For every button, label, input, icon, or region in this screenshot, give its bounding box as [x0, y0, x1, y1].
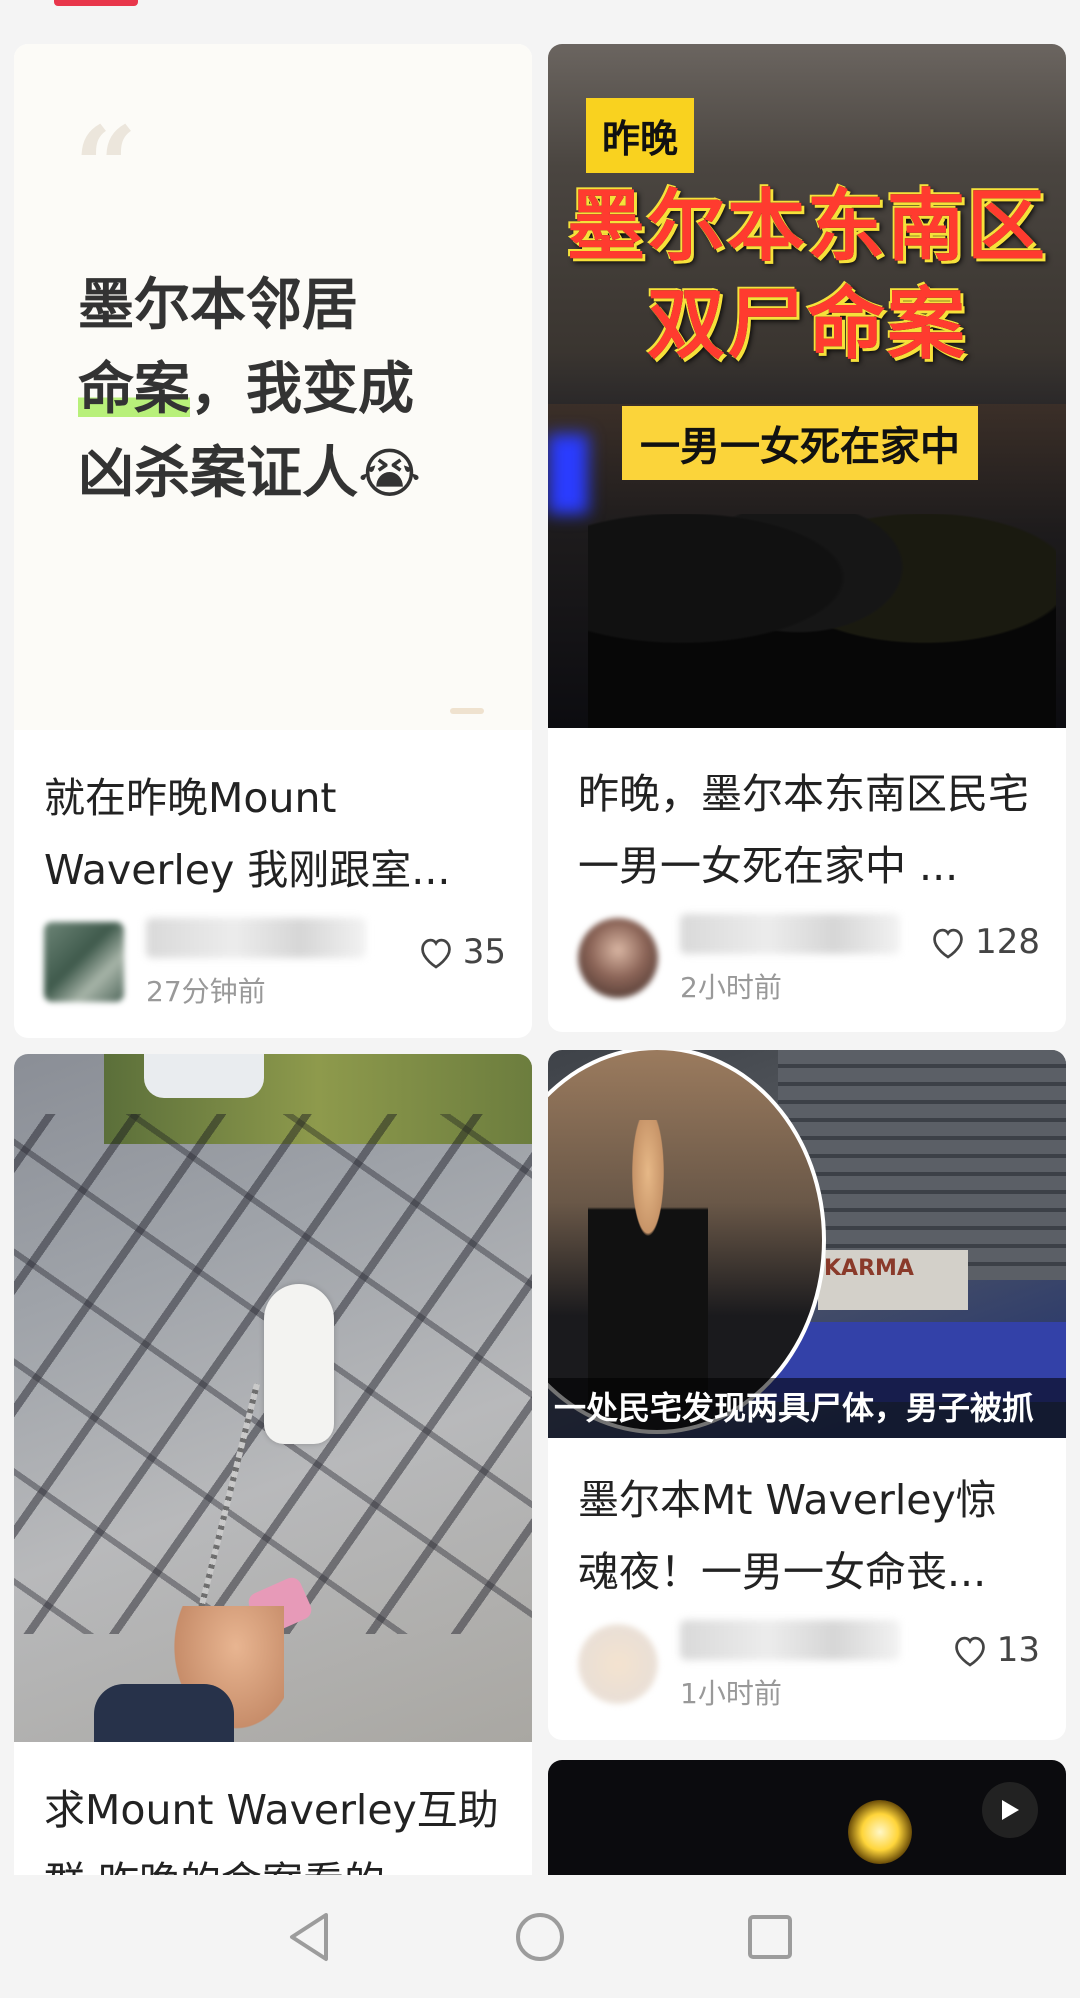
post-title[interactable]: 就在昨晚Mount Waverley 我刚跟室...	[44, 762, 502, 906]
post-meta: 1小时前 13	[572, 1614, 1040, 1714]
post-card[interactable]: “ 墨尔本邻居 命案，我变成 凶杀案证人😭 就在昨晚Mount Waverley…	[14, 44, 532, 1038]
home-circle-icon	[516, 1913, 564, 1961]
system-navigation-bar	[0, 1875, 1080, 1998]
back-triangle-icon	[290, 1913, 328, 1961]
post-card[interactable]: 求Mount Waverley互助群 昨晚的命案看的	[14, 1054, 532, 1875]
post-card[interactable]: 昨晚 墨尔本东南区 双尸命案 一男一女死在家中 昨晚，墨尔本东南区民宅一男一女死…	[548, 44, 1066, 1032]
like-count: 35	[462, 932, 506, 972]
author-name-blurred[interactable]	[680, 914, 900, 954]
heart-icon	[417, 934, 455, 970]
like-button[interactable]: 128	[929, 922, 1040, 962]
karma-sign: KARMA	[818, 1250, 968, 1310]
post-meta: 2小时前 128	[572, 908, 1040, 1008]
post-title[interactable]: 昨晚，墨尔本东南区民宅一男一女死在家中 ...	[578, 758, 1036, 902]
crying-emoji-icon: 😭	[358, 442, 422, 505]
back-button[interactable]	[278, 1905, 342, 1969]
post-time: 1小时前	[680, 1677, 782, 1710]
woman-figure	[588, 1120, 708, 1410]
parked-car	[144, 1054, 264, 1098]
post-cover-image: 昨晚 墨尔本东南区 双尸命案 一男一女死在家中	[548, 44, 1066, 728]
light-glow	[848, 1800, 912, 1864]
news-subheadline: 一男一女死在家中	[622, 406, 978, 480]
post-cover-image: KARMA 一处民宅发现两具尸体，男子被抓	[548, 1050, 1066, 1438]
quote-icon: “	[74, 102, 138, 231]
white-dog	[264, 1284, 334, 1444]
feed[interactable]: “ 墨尔本邻居 命案，我变成 凶杀案证人😭 就在昨晚Mount Waverley…	[0, 0, 1080, 1875]
home-button[interactable]	[508, 1905, 572, 1969]
sleeve	[94, 1684, 234, 1742]
decorative-dash	[450, 708, 484, 714]
post-cover-video	[548, 1760, 1066, 1875]
news-headline: 墨尔本东南区 双尸命案	[566, 182, 1047, 370]
avatar[interactable]	[578, 918, 658, 998]
post-time: 27分钟前	[146, 975, 266, 1008]
crowd-silhouettes	[588, 514, 1056, 728]
author-name-blurred[interactable]	[146, 918, 366, 958]
author-name-blurred[interactable]	[680, 1620, 900, 1660]
post-title[interactable]: 求Mount Waverley互助群 昨晚的命案看的	[44, 1774, 502, 1875]
avatar[interactable]	[578, 1624, 658, 1704]
news-badge: 昨晚	[586, 98, 695, 173]
post-meta: 27分钟前 35	[38, 912, 506, 1012]
post-card[interactable]: KARMA 一处民宅发现两具尸体，男子被抓 墨尔本Mt Waverley惊魂夜！…	[548, 1050, 1066, 1740]
recents-square-icon	[748, 1915, 792, 1959]
police-light	[548, 434, 588, 514]
like-count: 128	[975, 922, 1040, 962]
like-button[interactable]: 13	[951, 1630, 1040, 1670]
like-count: 13	[996, 1630, 1040, 1670]
avatar[interactable]	[44, 922, 124, 1002]
heart-icon	[951, 1632, 989, 1668]
cover-text: 墨尔本邻居 命案，我变成 凶杀案证人😭	[78, 273, 422, 506]
post-time: 2小时前	[680, 971, 782, 1004]
play-icon[interactable]	[982, 1782, 1038, 1838]
like-button[interactable]: 35	[417, 932, 506, 972]
post-card[interactable]	[548, 1760, 1066, 1875]
cover-caption: 一处民宅发现两具尸体，男子被抓	[548, 1378, 1066, 1438]
post-cover-image	[14, 1054, 532, 1742]
post-cover-text: “ 墨尔本邻居 命案，我变成 凶杀案证人😭	[14, 44, 532, 730]
recents-button[interactable]	[738, 1905, 802, 1969]
post-title[interactable]: 墨尔本Mt Waverley惊魂夜！一男一女命丧...	[578, 1464, 1036, 1608]
heart-icon	[929, 924, 967, 960]
